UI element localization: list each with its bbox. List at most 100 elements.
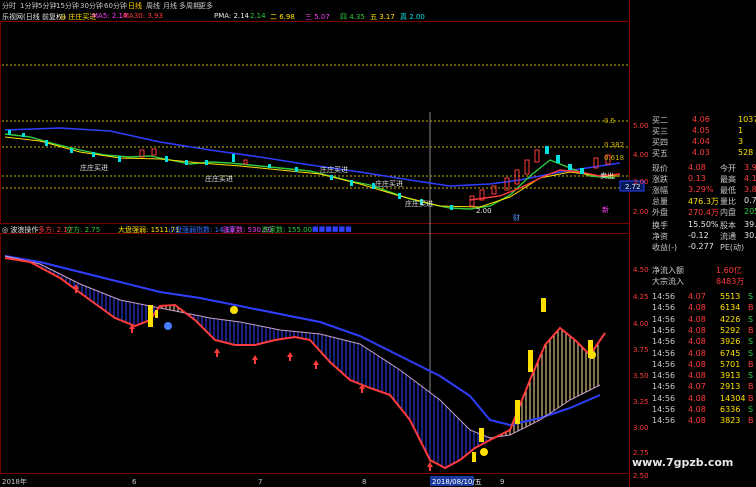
svg-text:4.00: 4.00 xyxy=(633,151,649,159)
face-icon xyxy=(588,351,596,359)
ask-price: 4.05 xyxy=(692,126,710,135)
flow-key: 净流入额 xyxy=(652,266,684,275)
tick-time: 14:56 xyxy=(652,325,676,335)
tick-time: 14:56 xyxy=(652,314,676,324)
tick-price: 4.08 xyxy=(688,303,706,313)
main-price-axis: 5.00 4.00 3.00 2.00 xyxy=(633,122,649,216)
annotation-cai: 财 xyxy=(513,213,520,222)
tick-price: 4.08 xyxy=(688,371,706,381)
tick-time: 14:56 xyxy=(652,382,676,392)
tick-price: 4.08 xyxy=(688,314,706,324)
svg-text:9: 9 xyxy=(500,478,504,486)
annotation-buy-2: 庄庄买进 xyxy=(205,174,233,183)
ask-label: 买四 xyxy=(652,138,668,147)
tick-side: S xyxy=(748,337,754,347)
tick-time: 14:56 xyxy=(652,416,676,426)
ref-label-2: 0.618 xyxy=(604,154,624,162)
svg-text:3.75: 3.75 xyxy=(633,346,649,354)
annotation-buy-5: 庄庄买进 xyxy=(405,199,433,208)
date-axis: 2018年 6 7 8 9 xyxy=(2,477,504,486)
tick-volume: 14304 xyxy=(720,393,746,403)
tick-time: 14:56 xyxy=(652,393,676,403)
tick-time: 14:56 xyxy=(652,337,676,347)
tick-side: S xyxy=(748,405,754,414)
annotation-buy-3: 庄庄买进 xyxy=(320,165,348,174)
tick-side: S xyxy=(748,371,754,381)
wave-face-icons xyxy=(164,306,596,456)
ref-label-0: 0.5 xyxy=(604,117,615,125)
sub-price-axis: 4.50 4.25 4.00 3.75 3.50 3.25 3.00 2.75 … xyxy=(633,266,649,480)
ask-price: 4.03 xyxy=(692,148,710,157)
annotation-xin: 新 xyxy=(602,205,609,214)
flow-key: 大宗流入 xyxy=(652,277,684,286)
quote-key: 涨跌 xyxy=(652,175,668,184)
tick-volume: 5292 xyxy=(720,325,741,335)
quote-key: 最高 xyxy=(720,175,736,184)
quote-key: 涨幅 xyxy=(652,186,668,195)
quote-value: 3.8 xyxy=(744,185,756,194)
tick-price: 4.08 xyxy=(688,348,706,358)
svg-text:3.25: 3.25 xyxy=(633,398,649,406)
sub-chart-info-bar: ◎ 波浪操作 多方: 2.17 空方: 2.75 大盘强弱: 1511.71 小… xyxy=(0,224,430,234)
ask-volume: 528 xyxy=(738,148,754,157)
tick-side: B xyxy=(748,303,754,313)
svg-text:2.50: 2.50 xyxy=(633,472,649,480)
tick-time: 14:56 xyxy=(652,359,676,369)
tick-side: B xyxy=(748,325,754,335)
svg-text:4.00: 4.00 xyxy=(633,320,649,328)
kong-value: 空方: 2.75 xyxy=(66,226,101,234)
quote-value: -0.12 xyxy=(688,231,709,240)
tick-volume: 3823 xyxy=(720,416,741,426)
tick-volume: 4226 xyxy=(720,314,741,324)
quote-value: 0.13 xyxy=(688,174,706,183)
flow-value: 1.60亿 xyxy=(716,266,742,275)
face-icon xyxy=(164,322,172,330)
ask-label: 买二 xyxy=(652,116,668,125)
svg-text:2.00: 2.00 xyxy=(633,208,649,216)
svg-text:7: 7 xyxy=(258,478,262,486)
quote-key: 现价 xyxy=(652,164,668,173)
quote-value: 4.08 xyxy=(688,163,706,172)
tick-price: 4.08 xyxy=(688,337,706,347)
quote-key: 换手 xyxy=(652,221,668,230)
tick-volume: 6745 xyxy=(720,348,741,358)
quote-key: 收益(-) xyxy=(652,243,678,252)
annotation-low: 2.00 xyxy=(476,207,492,215)
svg-text:4.25: 4.25 xyxy=(633,293,649,301)
quote-value: 15.50% xyxy=(688,220,719,229)
face-icon xyxy=(230,306,238,314)
date-cursor: 2018/08/10/五 xyxy=(432,478,482,486)
tick-time: 14:56 xyxy=(652,405,676,414)
tick-side: S xyxy=(748,348,754,358)
tick-price: 4.08 xyxy=(688,416,706,426)
main-chart-frame xyxy=(0,21,630,224)
extra-value: ■■■■■■ xyxy=(312,225,352,233)
watermark: www.7gpzb.com xyxy=(632,456,734,469)
svg-text:4.50: 4.50 xyxy=(633,266,649,274)
tick-volume: 3913 xyxy=(720,371,741,381)
tick-side: B xyxy=(748,382,754,392)
annotation-sell: 卖出 xyxy=(600,171,614,180)
quote-value: 205.9 xyxy=(744,207,756,216)
svg-text:6: 6 xyxy=(132,478,137,486)
quote-key: 流通 xyxy=(720,232,736,241)
quote-key: 量比 xyxy=(720,197,736,206)
tick-time: 14:56 xyxy=(652,348,676,358)
tick-side: B xyxy=(748,416,754,426)
ask-price: 4.04 xyxy=(692,137,710,146)
quote-key: 总量 xyxy=(652,197,668,206)
tick-time: 14:56 xyxy=(652,303,676,313)
sub-title[interactable]: ◎ 波浪操作 xyxy=(2,225,38,235)
face-icon xyxy=(480,448,488,456)
tick-price: 4.08 xyxy=(688,393,706,403)
quote-value: 476.3万 xyxy=(688,197,719,206)
tick-volume: 5513 xyxy=(720,292,741,301)
quote-key: 外盘 xyxy=(652,208,668,217)
flow-value: 8483万 xyxy=(716,277,745,286)
svg-text:5.00: 5.00 xyxy=(633,122,649,130)
die-value: 跌家数: 155.00 xyxy=(262,226,313,234)
chart-canvas[interactable]: 庄庄买进 庄庄买进 庄庄买进 庄庄买进 庄庄买进 财 新 2.00 卖出 0.5… xyxy=(0,0,650,487)
tick-side: B xyxy=(748,393,754,403)
tick-side: B xyxy=(748,359,754,369)
quote-value: -0.277 xyxy=(688,242,714,251)
